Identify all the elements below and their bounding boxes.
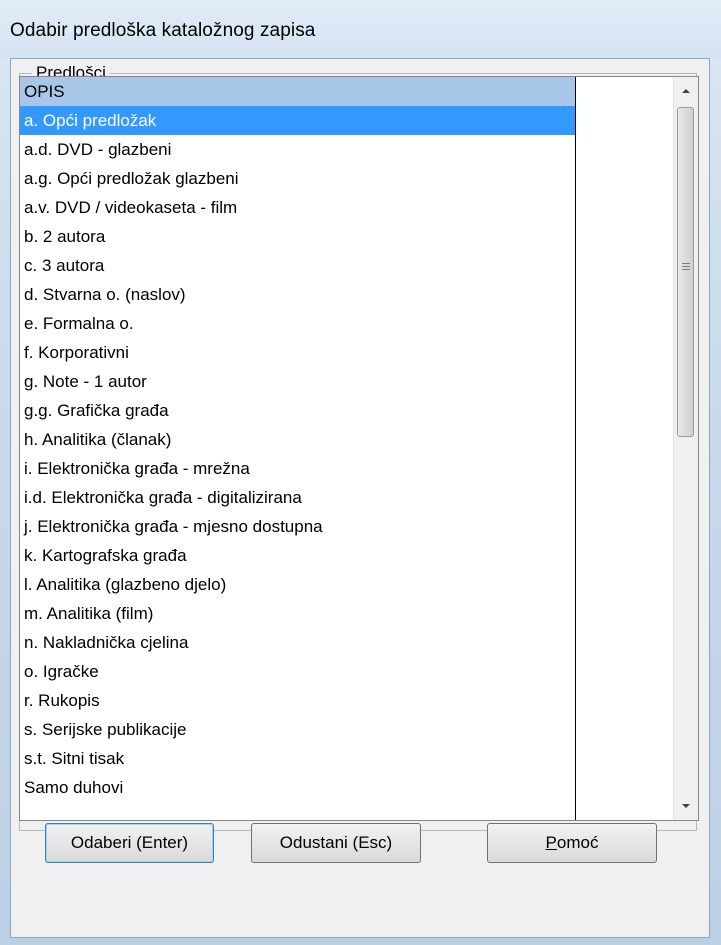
- dialog-client-area: Predlošci OPIS a. Opći predložak a.d. DVD…: [10, 58, 710, 938]
- list-item[interactable]: a.d. DVD - glazbeni: [20, 135, 576, 164]
- list-item[interactable]: r. Rukopis: [20, 686, 576, 715]
- list-item[interactable]: n. Nakladnička cjelina: [20, 628, 576, 657]
- window-title: Odabir predloška kataložnog zapisa: [10, 20, 316, 41]
- list-item[interactable]: i. Elektronička građa - mrežna: [20, 454, 576, 483]
- list-item[interactable]: s. Serijske publikacije: [20, 715, 576, 744]
- list-item[interactable]: a.v. DVD / videokaseta - film: [20, 193, 576, 222]
- scroll-down-arrow-icon[interactable]: [674, 794, 698, 818]
- select-button[interactable]: Odaberi (Enter): [45, 823, 214, 863]
- scrollbar-thumb[interactable]: [677, 107, 694, 437]
- list-item[interactable]: g.g. Grafička građa: [20, 396, 576, 425]
- list-item[interactable]: j. Elektronička građa - mjesno dostupna: [20, 512, 576, 541]
- list-item[interactable]: m. Analitika (film): [20, 599, 576, 628]
- column-divider[interactable]: [575, 77, 576, 820]
- list-item[interactable]: a.g. Opći predložak glazbeni: [20, 164, 576, 193]
- list-item[interactable]: d. Stvarna o. (naslov): [20, 280, 576, 309]
- list-item[interactable]: o. Igračke: [20, 657, 576, 686]
- grip-icon: [682, 263, 690, 272]
- list-item[interactable]: f. Korporativni: [20, 338, 576, 367]
- list-item[interactable]: s.t. Sitni tisak: [20, 744, 576, 773]
- list-item[interactable]: e. Formalna o.: [20, 309, 576, 338]
- list-item[interactable]: h. Analitika (članak): [20, 425, 576, 454]
- list-item[interactable]: i.d. Elektronička građa - digitalizirana: [20, 483, 576, 512]
- title-bar[interactable]: Odabir predloška kataložnog zapisa: [0, 0, 721, 58]
- list-item[interactable]: Samo duhovi: [20, 773, 576, 802]
- list-item[interactable]: l. Analitika (glazbeno djelo): [20, 570, 576, 599]
- list-item[interactable]: k. Kartografska građa: [20, 541, 576, 570]
- list-rows: OPIS a. Opći predložak a.d. DVD - glazben…: [20, 77, 576, 820]
- help-button[interactable]: Pomoć: [487, 823, 657, 863]
- list-item-selected[interactable]: a. Opći predložak: [20, 106, 576, 135]
- column-header-opis[interactable]: OPIS: [20, 77, 576, 106]
- help-label-rest: omoć: [556, 833, 599, 852]
- help-mnemonic: P: [545, 833, 557, 852]
- templates-listbox[interactable]: OPIS a. Opći predložak a.d. DVD - glazben…: [19, 76, 699, 821]
- list-item[interactable]: c. 3 autora: [20, 251, 576, 280]
- list-item[interactable]: g. Note - 1 autor: [20, 367, 576, 396]
- scroll-up-arrow-icon[interactable]: [674, 79, 698, 103]
- vertical-scrollbar[interactable]: [673, 77, 698, 820]
- list-item[interactable]: b. 2 autora: [20, 222, 576, 251]
- cancel-button[interactable]: Odustani (Esc): [251, 823, 421, 863]
- dialog-window: Odabir predloška kataložnog zapisa Predl…: [0, 0, 721, 945]
